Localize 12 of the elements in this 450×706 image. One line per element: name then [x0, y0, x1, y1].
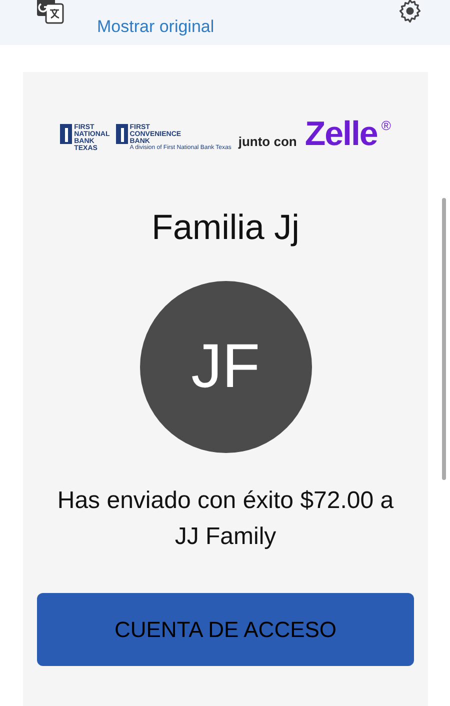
access-account-button[interactable]: CUENTA DE ACCESO — [37, 592, 414, 666]
recipient-name: Familia Jj — [152, 207, 300, 249]
show-original-link[interactable]: Mostrar original — [97, 14, 214, 40]
success-message: Has enviado con éxito $72.00 a JJ Family — [56, 486, 395, 552]
digit-icon — [116, 124, 128, 144]
joiner-text: junto con — [238, 132, 297, 151]
digit-icon — [60, 124, 72, 144]
settings-icon[interactable] — [397, 0, 423, 24]
translate-icon[interactable] — [37, 0, 65, 24]
zelle-logo: Zelle — [304, 116, 378, 152]
registered-mark: ® — [381, 117, 391, 135]
avatar-initials: JF — [191, 331, 260, 403]
